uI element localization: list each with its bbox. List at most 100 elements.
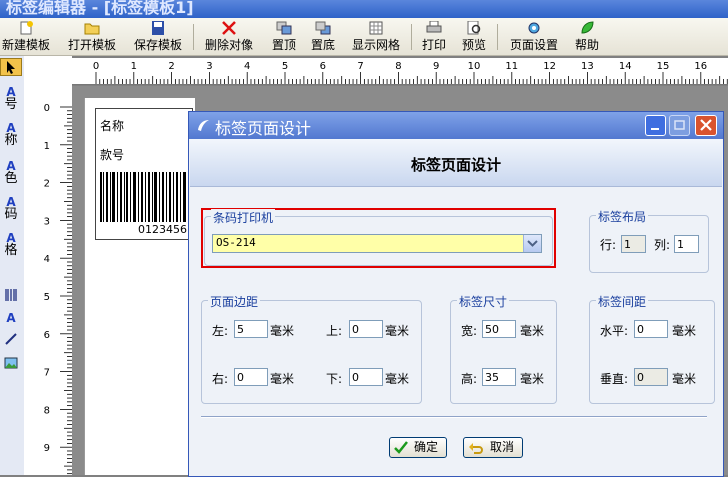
send-to-back-button[interactable]: 置底	[307, 19, 339, 54]
send-to-back-icon	[315, 21, 331, 35]
horizontal-spacing-unit: 毫米	[672, 324, 697, 338]
ruler-number: 8	[44, 405, 50, 416]
show-grid-button[interactable]: 显示网格	[348, 19, 404, 54]
barcode-icon	[5, 289, 17, 301]
margin-top-label: 上:	[326, 324, 343, 338]
dialog-title: 标签页面设计	[215, 119, 312, 138]
page-margin-title: 页面边距	[208, 293, 261, 310]
ruler-number: 16	[694, 61, 707, 72]
barcode-image[interactable]	[100, 172, 188, 224]
close-button[interactable]	[695, 115, 717, 136]
printer-group: 条码打印机 OS-214	[204, 209, 553, 266]
vertical-spacing-label: 垂直:	[600, 372, 629, 386]
horizontal-spacing-input[interactable]: 0	[634, 320, 668, 338]
margin-left-unit: 毫米	[270, 324, 295, 338]
margin-right-unit: 毫米	[270, 372, 295, 386]
margin-top-input[interactable]: 0	[349, 320, 383, 338]
ruler-number: 0	[44, 103, 50, 114]
margin-left-input[interactable]: 5	[234, 320, 268, 338]
vertical-spacing-unit: 毫米	[672, 372, 697, 386]
column-input[interactable]: 1	[674, 235, 699, 253]
ruler-number: 5	[282, 61, 288, 72]
ruler-number: 7	[357, 61, 363, 72]
ruler-number: 3	[44, 216, 50, 227]
margin-right-input[interactable]: 0	[234, 368, 268, 386]
page-setup-dialog: 标签页面设计 标签页面设计 条码打印机 OS-214 标签布局 行: 1 列: …	[188, 111, 724, 477]
vertical-spacing-input[interactable]: 0	[634, 368, 668, 386]
printer-selected-value: OS-214	[216, 236, 256, 249]
width-label: 宽:	[461, 324, 478, 338]
height-label: 高:	[461, 372, 478, 386]
ruler-number: 14	[619, 61, 632, 72]
maximize-icon	[674, 120, 685, 130]
page-margin-group: 页面边距 左: 5 毫米 上: 0 毫米 右: 0 毫米 下: 0 毫米	[201, 293, 422, 404]
bring-to-front-button[interactable]: 置顶	[268, 19, 300, 54]
preview-icon	[467, 21, 481, 35]
width-unit: 毫米	[520, 324, 545, 338]
palette-item-name[interactable]: A称	[0, 122, 22, 152]
line-icon	[5, 333, 17, 345]
delete-icon	[222, 21, 236, 35]
label-size-group: 标签尺寸 宽: 50 毫米 高: 35 毫米	[450, 293, 557, 404]
image-icon	[4, 357, 18, 369]
ruler-number: 13	[581, 61, 594, 72]
palette-item-number[interactable]: A号	[0, 86, 22, 116]
row-label: 行:	[600, 238, 617, 252]
printer-select[interactable]: OS-214	[212, 234, 542, 253]
minimize-button[interactable]	[645, 115, 666, 136]
open-template-button[interactable]: 打开模板	[64, 19, 120, 54]
column-label: 列:	[654, 238, 671, 252]
margin-top-unit: 毫米	[385, 324, 410, 338]
help-icon	[581, 21, 594, 34]
dialog-divider	[201, 416, 707, 418]
margin-bottom-input[interactable]: 0	[349, 368, 383, 386]
help-button[interactable]: 帮助	[571, 19, 603, 54]
palette-item-code[interactable]: A码	[0, 196, 22, 226]
cancel-button[interactable]: 取消	[463, 437, 523, 458]
page-setup-button[interactable]: 页面设置	[505, 19, 563, 54]
height-input[interactable]: 35	[482, 368, 516, 386]
save-template-button[interactable]: 保存模板	[130, 19, 186, 54]
row-input[interactable]: 1	[621, 235, 646, 253]
ruler-number: 9	[44, 443, 50, 454]
print-button[interactable]: 打印	[418, 19, 450, 54]
toolbar-separator	[193, 24, 194, 50]
gear-icon	[528, 22, 540, 34]
toolbar: 新建模板 打开模板 保存模板 删除对像 置顶 置底 显示网格 打印 预览 页面设…	[0, 18, 728, 56]
margin-bottom-label: 下:	[326, 372, 343, 386]
dialog-title-bar[interactable]: 标签页面设计	[189, 112, 723, 139]
vertical-ruler-ticks: 0 1 2 3 4 5 6 7 8 9	[44, 103, 72, 475]
close-icon	[700, 119, 712, 131]
label-template[interactable]: 名称 款号 0123456	[95, 108, 193, 240]
width-input[interactable]: 50	[482, 320, 516, 338]
ruler-number: 1	[131, 61, 137, 72]
preview-button[interactable]: 预览	[458, 19, 490, 54]
ruler-number: 11	[505, 61, 518, 72]
vertical-ruler: 0 1 2 3 4 5 6 7 8 9	[24, 86, 72, 475]
new-template-button[interactable]: 新建模板	[0, 19, 52, 54]
palette-item-color[interactable]: A色	[0, 160, 22, 190]
cancel-arrow-icon	[469, 443, 483, 454]
palette-item-size[interactable]: A格	[0, 232, 22, 262]
object-palette: A号 A称 A色 A码 A格 A	[0, 56, 25, 475]
ruler-number: 10	[468, 61, 481, 72]
maximize-button	[669, 115, 690, 136]
label-sku-text[interactable]: 款号	[100, 146, 124, 163]
bring-to-front-icon	[276, 21, 292, 35]
save-icon	[152, 21, 164, 35]
ruler-number: 0	[93, 61, 99, 72]
app-title: 标签编辑器 - [标签模板1]	[6, 0, 194, 17]
select-tool[interactable]	[0, 58, 22, 76]
label-name-text[interactable]: 名称	[100, 117, 124, 134]
height-unit: 毫米	[520, 372, 545, 386]
margin-bottom-unit: 毫米	[385, 372, 410, 386]
palette-item-image[interactable]	[0, 356, 22, 386]
delete-object-button[interactable]: 删除对像	[201, 19, 257, 54]
ok-button[interactable]: 确定	[389, 437, 447, 458]
new-file-icon	[20, 21, 33, 35]
horizontal-ruler-ticks: 0 1 2 3 4 5 6 7 8 9 10 11 12 13 14 15 16	[93, 61, 728, 84]
printer-group-title: 条码打印机	[211, 209, 276, 226]
app-title-bar: 标签编辑器 - [标签模板1]	[0, 0, 728, 18]
printer-dropdown-button[interactable]	[523, 235, 541, 252]
ruler-number: 15	[657, 61, 670, 72]
